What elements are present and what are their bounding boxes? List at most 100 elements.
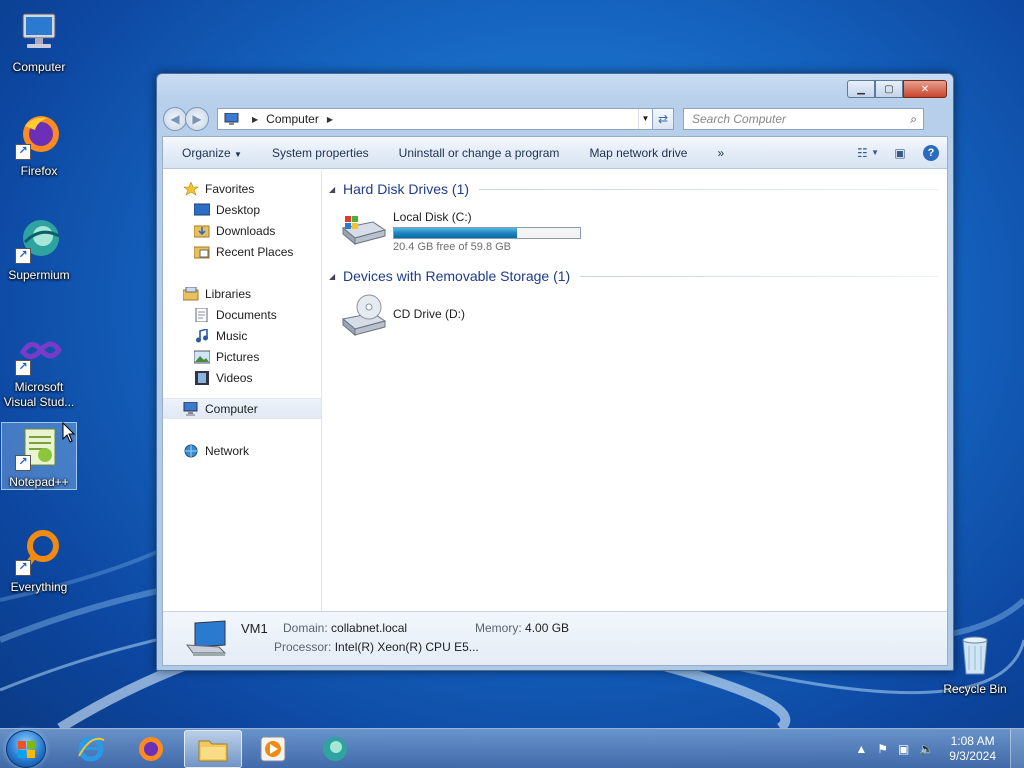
drive-usage-fill	[394, 228, 517, 238]
system-properties-button[interactable]: System properties	[257, 141, 384, 165]
action-center-flag-icon[interactable]: ⚑	[877, 742, 888, 756]
explorer-window[interactable]: ▁ ▢ ✕ ◀ ▶ ▶ Computer ▶ ▼ ⇄ Search Comput…	[156, 73, 954, 671]
group-header-removable-storage[interactable]: ◢ Devices with Removable Storage (1)	[329, 265, 942, 287]
folder-icon	[198, 740, 228, 762]
organize-button[interactable]: Organize ▼	[163, 141, 257, 165]
pictures-icon	[193, 350, 211, 364]
address-bar[interactable]: ▶ Computer ▶ ▼	[217, 108, 653, 130]
group-header-hard-disk-drives[interactable]: ◢ Hard Disk Drives (1)	[329, 178, 942, 200]
search-input[interactable]: Search Computer ⌕	[683, 108, 924, 130]
help-icon[interactable]: ?	[923, 144, 939, 161]
desktop-icon-firefox[interactable]: ↗ Firefox	[1, 112, 77, 179]
network-status-icon[interactable]: ▣	[898, 742, 909, 756]
details-pane: VM1 Domain: collabnet.local Memory: 4.00…	[163, 611, 947, 665]
collapse-triangle-icon[interactable]: ◢	[329, 272, 343, 281]
nav-music[interactable]: Music	[163, 325, 321, 346]
nav-documents[interactable]: Documents	[163, 304, 321, 325]
desktop-icon-computer[interactable]: Computer	[1, 8, 77, 75]
breadcrumb-chevron-icon[interactable]: ▶	[252, 115, 258, 124]
preview-pane-button[interactable]: ▣	[891, 145, 909, 161]
system-tray: ▲ ⚑ ▣ 🔈 1:08 AM 9/3/2024	[850, 729, 1024, 768]
refresh-icon: ⇄	[657, 112, 669, 126]
nav-label: Documents	[216, 307, 277, 322]
desktop-icon-everything[interactable]: ↗ Everything	[1, 528, 77, 595]
nav-label: Favorites	[205, 181, 255, 196]
show-desktop-button[interactable]	[1010, 729, 1024, 768]
taskbar-firefox[interactable]	[122, 730, 180, 768]
drive-free-space: 20.4 GB free of 59.8 GB	[393, 241, 512, 253]
nav-label: Computer	[205, 401, 258, 416]
taskbar-supermium[interactable]	[306, 730, 364, 768]
search-placeholder: Search Computer	[692, 112, 787, 126]
content-frame: Organize ▼ System properties Uninstall o…	[162, 136, 948, 666]
map-network-drive-button[interactable]: Map network drive	[574, 141, 702, 165]
clock[interactable]: 1:08 AM 9/3/2024	[949, 734, 996, 764]
nav-libraries[interactable]: Libraries	[163, 283, 321, 304]
recent-places-icon	[193, 245, 210, 259]
nav-downloads[interactable]: Downloads	[163, 220, 321, 241]
desktop-icon-label: Supermium	[8, 268, 70, 282]
back-button[interactable]: ◀	[163, 107, 187, 131]
close-button[interactable]: ✕	[903, 80, 947, 98]
forward-arrow-icon: ▶	[192, 112, 202, 126]
nav-label: Recent Places	[216, 244, 294, 259]
media-player-icon	[260, 736, 286, 762]
taskbar-media-player[interactable]	[244, 730, 302, 768]
forward-button[interactable]: ▶	[185, 107, 209, 131]
nav-favorites[interactable]: Favorites	[163, 178, 321, 199]
nav-videos[interactable]: Videos	[163, 367, 321, 388]
desktop-icon-visual-studio[interactable]: ↗ Microsoft Visual Stud...	[1, 328, 77, 410]
desktop-icon-label: Everything	[10, 580, 68, 594]
maximize-icon: ▢	[884, 83, 894, 95]
nav-network[interactable]: Network	[163, 440, 321, 461]
documents-icon	[194, 307, 210, 322]
nav-recent-places[interactable]: Recent Places	[163, 241, 321, 262]
domain-value: collabnet.local	[331, 621, 408, 635]
cd-drive-icon	[339, 293, 387, 337]
desktop-icon-label: Computer	[12, 60, 66, 74]
volume-muted-icon[interactable]: 🔈	[919, 742, 934, 756]
windows-logo-icon	[18, 741, 36, 759]
group-divider	[479, 188, 938, 190]
desktop-icon-supermium[interactable]: ↗ Supermium	[1, 216, 77, 283]
refresh-button[interactable]: ⇄	[652, 108, 674, 130]
everything-search-icon: ↗	[15, 528, 63, 576]
clock-time: 1:08 AM	[950, 734, 995, 748]
mouse-cursor-icon	[62, 422, 76, 443]
computer-icon	[183, 401, 199, 416]
preview-pane-icon: ▣	[894, 145, 906, 160]
supermium-icon: ↗	[15, 216, 63, 264]
more-commands-button[interactable]: »	[702, 141, 739, 165]
breadcrumb-chevron-icon[interactable]: ▶	[327, 115, 333, 124]
uninstall-program-button[interactable]: Uninstall or change a program	[384, 141, 575, 165]
show-hidden-icons-icon[interactable]: ▲	[855, 742, 867, 756]
videos-film-icon	[194, 370, 210, 385]
maximize-button[interactable]: ▢	[875, 80, 903, 98]
breadcrumb-computer[interactable]: Computer	[266, 112, 319, 126]
nav-label: Pictures	[216, 349, 260, 364]
nav-label: Network	[205, 443, 250, 458]
taskbar-windows-explorer[interactable]	[184, 730, 242, 768]
command-bar: Organize ▼ System properties Uninstall o…	[163, 137, 947, 169]
chevron-down-icon: ▼	[234, 149, 242, 159]
minimize-button[interactable]: ▁	[847, 80, 875, 98]
collapse-triangle-icon[interactable]: ◢	[329, 185, 343, 194]
desktop-icon-label: Microsoft Visual Stud...	[3, 380, 75, 409]
search-icon[interactable]: ⌕	[910, 112, 917, 127]
address-dropdown-icon[interactable]: ▼	[638, 109, 652, 129]
taskbar-internet-explorer[interactable]	[62, 730, 120, 768]
drive-local-disk-c[interactable]: Local Disk (C:) 20.4 GB free of 59.8 GB	[339, 206, 942, 253]
window-controls: ▁ ▢ ✕	[847, 80, 947, 98]
start-button[interactable]	[6, 730, 46, 768]
drive-cd-drive-d[interactable]: CD Drive (D:)	[339, 293, 942, 337]
nav-pictures[interactable]: Pictures	[163, 346, 321, 367]
nav-desktop[interactable]: Desktop	[163, 199, 321, 220]
taskbar: ▲ ⚑ ▣ 🔈 1:08 AM 9/3/2024	[0, 728, 1024, 768]
nav-computer[interactable]: Computer	[163, 398, 321, 419]
change-view-button[interactable]: ☷ ▼	[857, 145, 879, 161]
group-divider	[580, 275, 938, 277]
desktop-icon-label: Firefox	[20, 164, 58, 178]
computer-name: VM1	[241, 621, 268, 636]
firefox-icon: ↗	[15, 112, 63, 160]
internet-explorer-icon	[78, 736, 105, 762]
